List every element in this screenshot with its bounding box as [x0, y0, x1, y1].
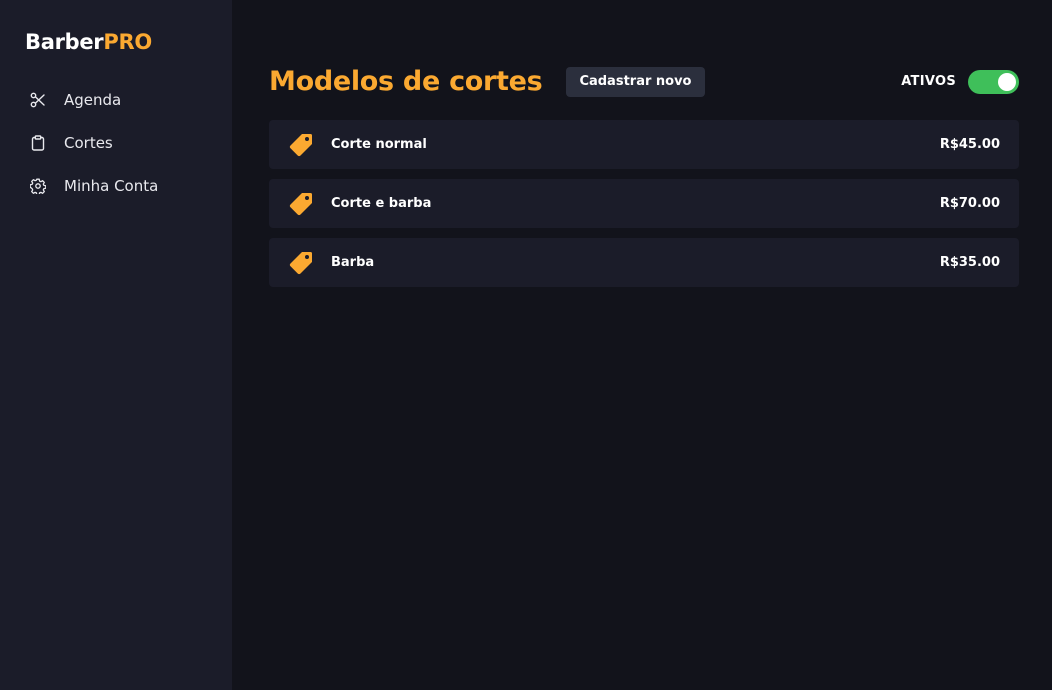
- status-filter: ATIVOS: [901, 69, 1019, 94]
- status-label: ATIVOS: [901, 74, 956, 89]
- haircut-price: R$35.00: [939, 255, 1000, 270]
- sidebar-item-cortes[interactable]: Cortes: [0, 121, 232, 164]
- main-content: Modelos de cortes Cadastrar novo ATIVOS …: [232, 0, 1052, 690]
- haircut-row[interactable]: Barba R$35.00: [269, 238, 1019, 287]
- active-toggle[interactable]: [968, 69, 1019, 94]
- haircut-row[interactable]: Corte normal R$45.00: [269, 120, 1019, 169]
- gear-icon: [30, 178, 46, 194]
- sidebar-item-label: Agenda: [64, 90, 122, 109]
- scissors-icon: [30, 92, 46, 108]
- logo-text-accent: PRO: [103, 30, 152, 54]
- sidebar-item-label: Minha Conta: [64, 176, 159, 195]
- new-haircut-button[interactable]: Cadastrar novo: [566, 66, 705, 97]
- app: Barber PRO Agenda Cortes Minha Conta Mod…: [0, 0, 1052, 690]
- clipboard-icon: [30, 134, 46, 151]
- haircut-row[interactable]: Corte e barba R$70.00: [269, 179, 1019, 228]
- toggle-knob: [998, 72, 1016, 91]
- price-tag-icon: [288, 191, 314, 217]
- sidebar-nav: Agenda Cortes Minha Conta: [0, 78, 232, 207]
- haircut-name: Corte e barba: [331, 196, 432, 211]
- haircut-name: Barba: [331, 255, 375, 270]
- haircut-name: Corte normal: [331, 137, 427, 152]
- sidebar: Barber PRO Agenda Cortes Minha Conta: [0, 0, 232, 690]
- sidebar-item-agenda[interactable]: Agenda: [0, 78, 232, 121]
- haircut-list: Corte normal R$45.00 Corte e barba R$70.…: [269, 120, 1019, 287]
- page-header: Modelos de cortes Cadastrar novo ATIVOS: [269, 66, 1019, 97]
- sidebar-item-minha-conta[interactable]: Minha Conta: [0, 164, 232, 207]
- price-tag-icon: [288, 250, 314, 276]
- price-tag-icon: [288, 132, 314, 158]
- page-title: Modelos de cortes: [269, 66, 543, 97]
- haircut-price: R$45.00: [939, 137, 1000, 152]
- haircut-price: R$70.00: [939, 196, 1000, 211]
- logo-text-primary: Barber: [25, 30, 104, 54]
- logo[interactable]: Barber PRO: [25, 30, 232, 58]
- sidebar-item-label: Cortes: [64, 133, 113, 152]
